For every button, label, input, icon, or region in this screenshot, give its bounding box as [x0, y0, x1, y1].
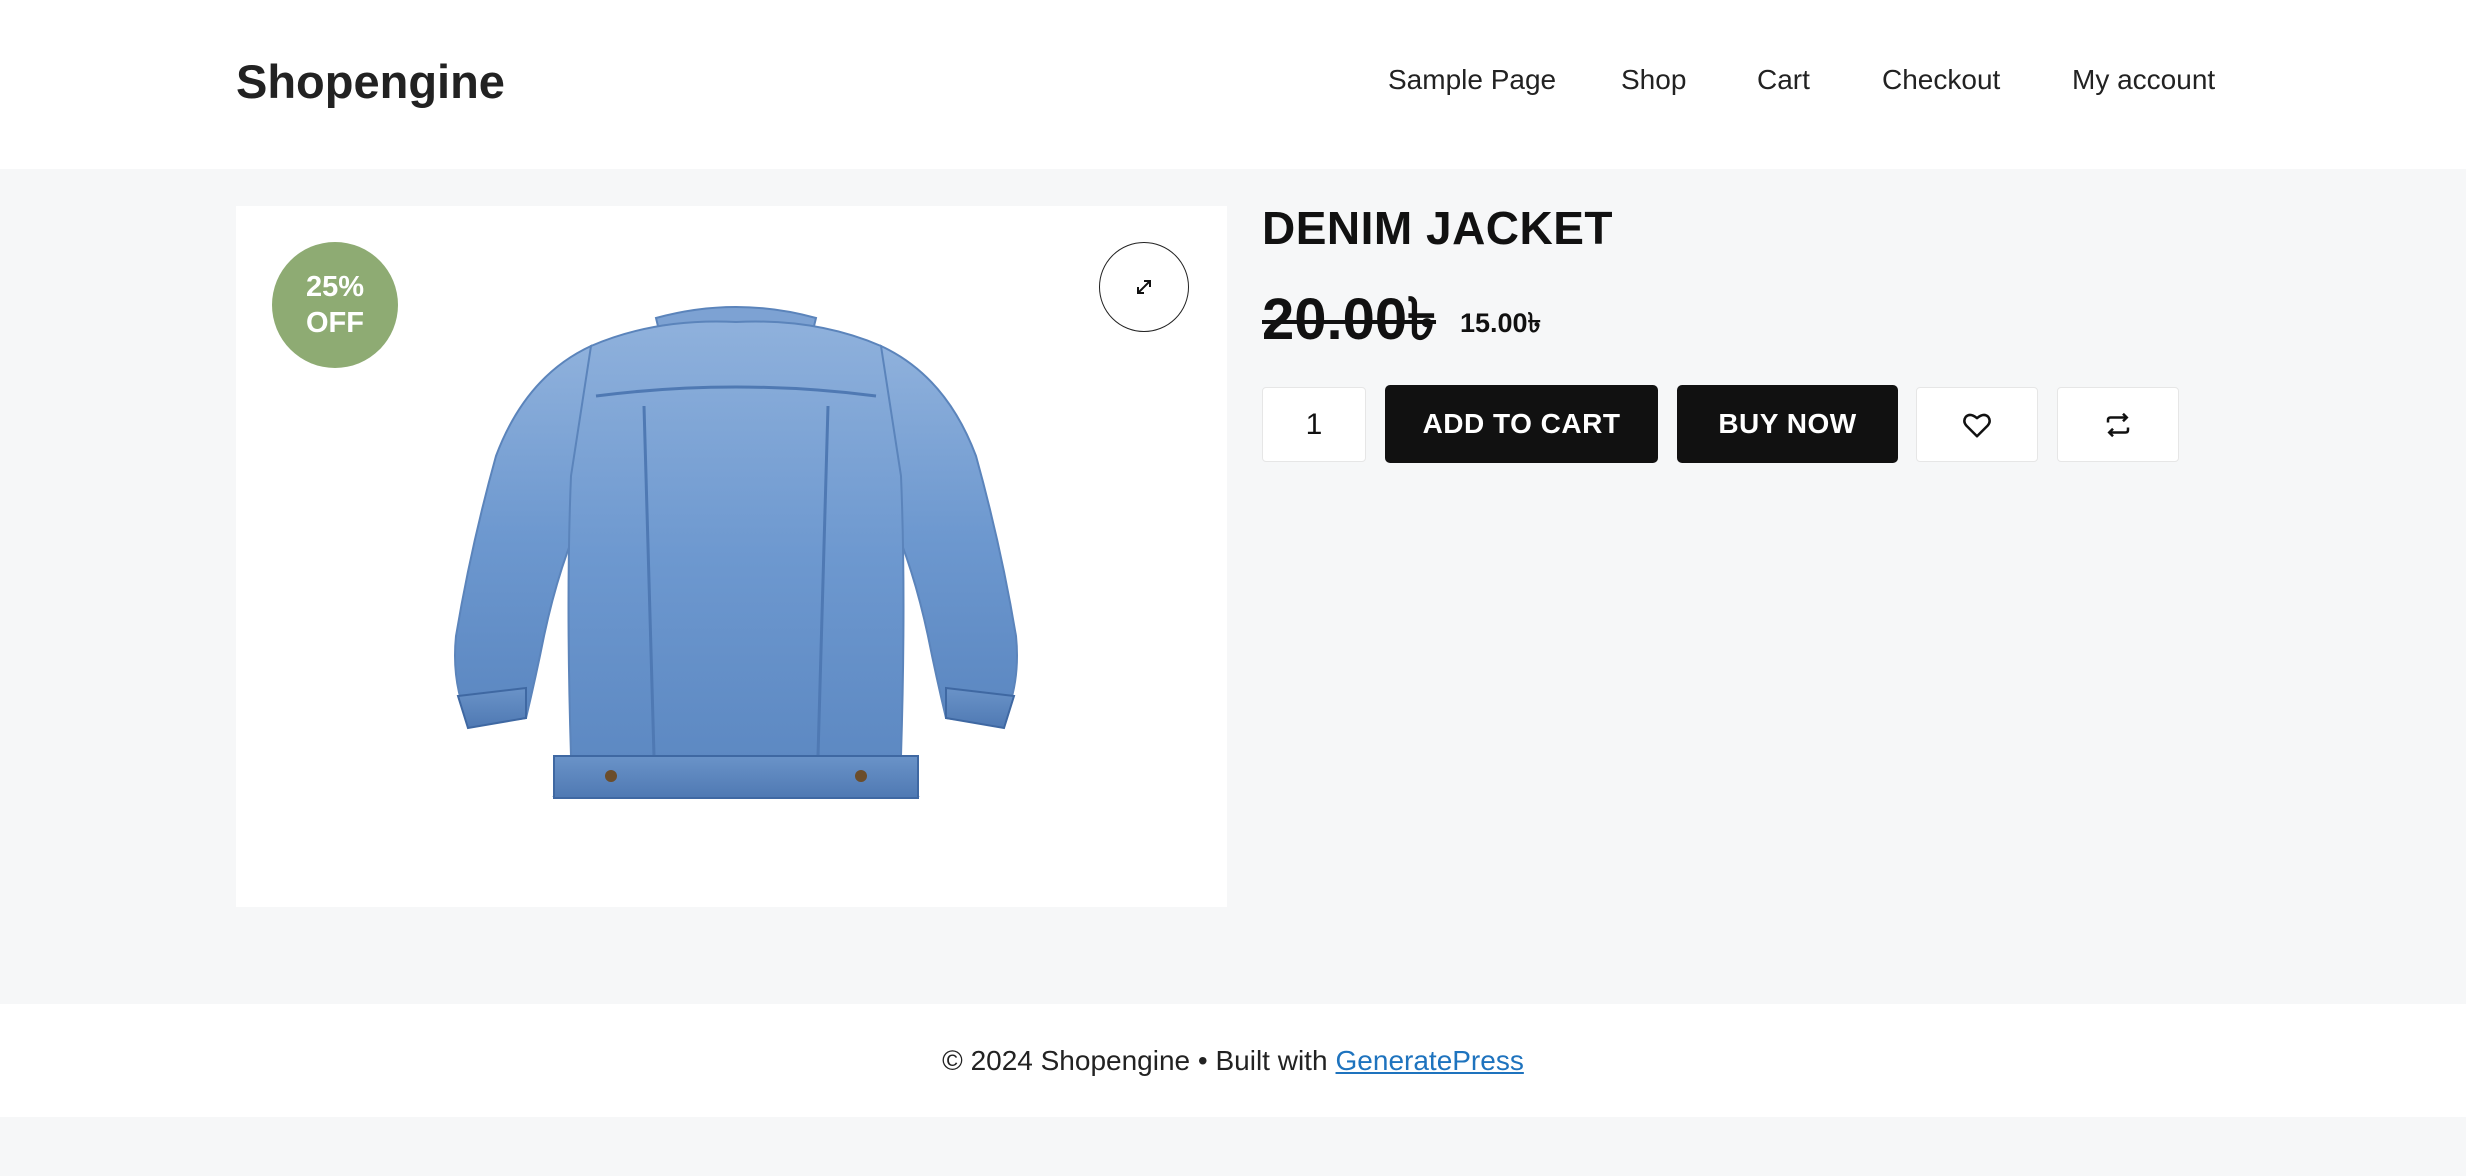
zoom-button[interactable] [1099, 242, 1189, 332]
compare-arrows-icon [2106, 412, 2130, 437]
nav-item-checkout[interactable]: Checkout [1882, 58, 2000, 102]
product-gallery: 25% OFF [236, 206, 1227, 907]
buy-now-button[interactable]: BUY NOW [1677, 385, 1898, 463]
product-image[interactable] [376, 256, 1096, 866]
add-to-cart-button[interactable]: ADD TO CART [1385, 385, 1658, 463]
site-header: Shopengine Sample Page Shop Cart Checkou… [0, 0, 2466, 169]
nav-item-sample-page[interactable]: Sample Page [1388, 58, 1556, 102]
compare-button[interactable] [2057, 387, 2179, 462]
site-footer: © 2024 Shopengine • Built with GenerateP… [0, 1004, 2466, 1117]
sale-badge-percent: 25% [305, 271, 365, 303]
footer-generatepress-link[interactable]: GeneratePress [1336, 1045, 1524, 1077]
nav-item-shop[interactable]: Shop [1621, 58, 1686, 102]
sale-badge-off: OFF [306, 307, 364, 339]
expand-icon [1137, 280, 1151, 294]
sale-badge: 25% OFF [272, 242, 398, 368]
nav-item-my-account[interactable]: My account [2072, 58, 2215, 102]
footer-copyright: © 2024 Shopengine • Built with [942, 1044, 1328, 1076]
sale-price: 15.00৳ [1460, 308, 1542, 338]
wishlist-button[interactable] [1916, 387, 2038, 462]
main-navigation: Sample Page Shop Cart Checkout My accoun… [0, 58, 2466, 102]
regular-price: 20.00৳ [1262, 287, 1437, 352]
quantity-input[interactable] [1262, 387, 1366, 462]
nav-item-cart[interactable]: Cart [1757, 58, 1810, 102]
heart-icon [1963, 413, 1991, 437]
product-title: DENIM JACKET [1262, 202, 1614, 254]
